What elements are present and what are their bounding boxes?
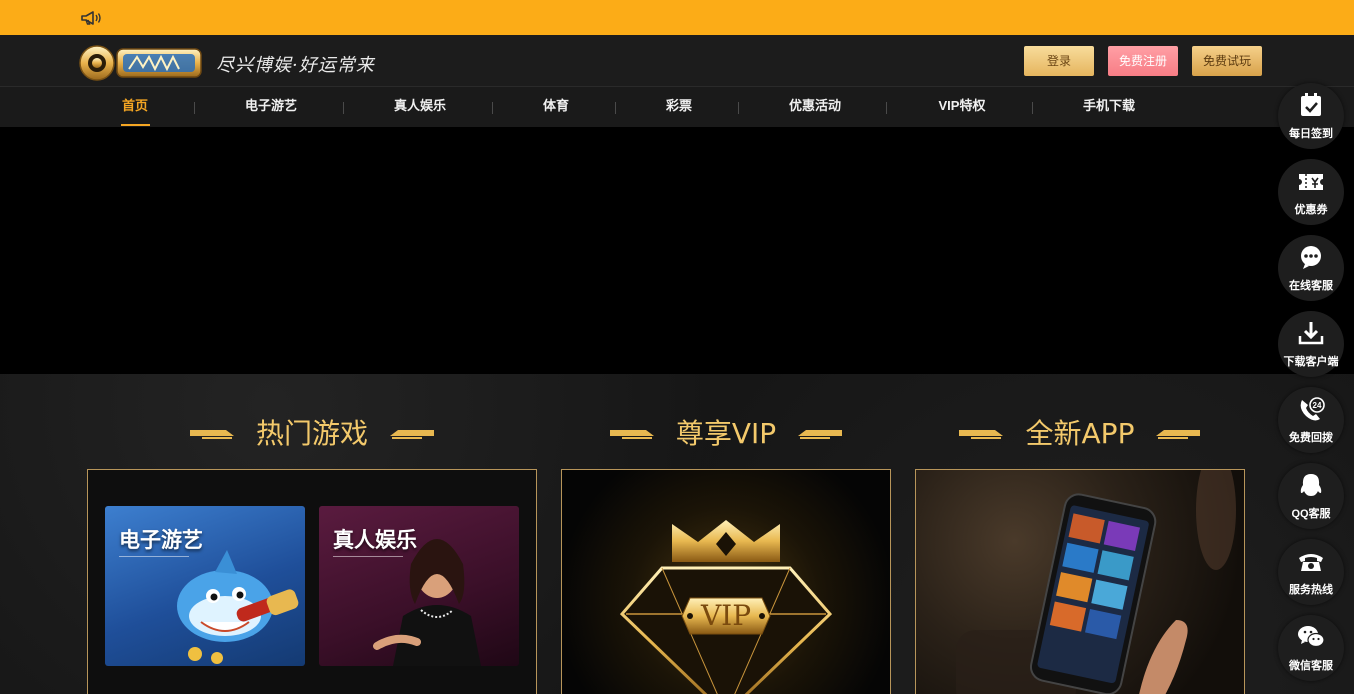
game-card-live-casino[interactable]: 真人娱乐 xyxy=(319,506,519,666)
nav-item-live-casino[interactable]: 真人娱乐 xyxy=(379,87,461,127)
label-underline xyxy=(333,556,403,557)
section-title-hot-games: 热门游戏 xyxy=(255,417,368,450)
section-title-vip: 尊享VIP xyxy=(675,417,777,450)
megaphone-icon xyxy=(81,11,101,25)
nav-item-slots[interactable]: 电子游艺 xyxy=(230,87,312,127)
chat-icon xyxy=(1301,246,1321,269)
slogan: 尽兴博娱·好运常来 xyxy=(216,55,375,76)
sidebar-wechat-service[interactable]: 微信客服 xyxy=(1278,615,1344,681)
sidebar-label: 免费回拨 xyxy=(1289,432,1333,444)
vip-badge-text: VIP xyxy=(700,599,752,632)
sidebar-coupon[interactable]: 优惠券 xyxy=(1278,159,1344,225)
hero-banner xyxy=(0,127,1354,374)
qq-icon xyxy=(1300,474,1322,496)
sidebar-callback[interactable]: 24 免费回拨 xyxy=(1278,387,1344,453)
sidebar-hotline[interactable]: 服务热线 xyxy=(1278,539,1344,605)
header: 尽兴博娱·好运常来 登录 免费注册 免费试玩 xyxy=(0,35,1354,87)
nav-separator xyxy=(492,102,493,114)
nav-separator xyxy=(343,102,344,114)
title-decoration-left xyxy=(959,430,1003,439)
sidebar-label: 优惠券 xyxy=(1294,204,1328,216)
label-underline xyxy=(119,556,189,557)
sidebar-qq-service[interactable]: QQ客服 xyxy=(1278,463,1344,529)
vip-diamond-illustration xyxy=(619,520,833,694)
title-decoration-right xyxy=(390,430,434,439)
site-logo[interactable] xyxy=(77,41,207,85)
nav-item-vip[interactable]: VIP特权 xyxy=(922,87,1002,127)
title-decoration-left xyxy=(190,430,234,439)
nav-item-promotions[interactable]: 优惠活动 xyxy=(774,87,856,127)
phone-24-icon: 24 xyxy=(1300,397,1325,421)
title-decoration-right xyxy=(1156,430,1200,439)
login-button[interactable]: 登录 xyxy=(1024,46,1094,76)
sidebar-label: QQ客服 xyxy=(1291,508,1331,520)
nav-active-indicator xyxy=(121,124,150,126)
nav-item-sports[interactable]: 体育 xyxy=(530,87,582,127)
sidebar-label: 下载客户端 xyxy=(1283,356,1339,368)
sidebar-label: 微信客服 xyxy=(1289,660,1333,672)
nav-separator xyxy=(615,102,616,114)
featured-section: 热门游戏 尊享VIP 全新APP 电子游艺 真人娱乐 VIP xyxy=(0,374,1354,694)
title-decoration-right xyxy=(798,430,842,439)
main-nav: 首页 电子游艺 真人娱乐 体育 彩票 优惠活动 VIP特权 手机下载 xyxy=(0,87,1354,127)
hot-games-panel: 电子游艺 真人娱乐 xyxy=(87,469,537,694)
nav-item-mobile-download[interactable]: 手机下载 xyxy=(1068,87,1150,127)
notice-bar xyxy=(0,0,1354,35)
sidebar-online-service[interactable]: 在线客服 xyxy=(1278,235,1344,301)
register-button[interactable]: 免费注册 xyxy=(1108,46,1178,76)
sidebar-label: 服务热线 xyxy=(1289,584,1333,596)
free-trial-button[interactable]: 免费试玩 xyxy=(1192,46,1262,76)
nav-separator xyxy=(1032,102,1033,114)
game-card-label: 电子游艺 xyxy=(119,528,203,552)
game-card-slots[interactable]: 电子游艺 xyxy=(105,506,305,666)
vip-panel[interactable]: VIP xyxy=(561,469,891,694)
title-decoration-left xyxy=(610,430,654,439)
sidebar-daily-checkin[interactable]: 每日签到 xyxy=(1278,83,1344,149)
section-title-app: 全新APP xyxy=(1025,417,1135,450)
coupon-icon xyxy=(1299,174,1323,190)
nav-separator xyxy=(738,102,739,114)
sidebar-label: 在线客服 xyxy=(1289,280,1333,292)
app-panel[interactable] xyxy=(915,469,1245,694)
nav-item-home[interactable]: 首页 xyxy=(110,87,160,127)
nav-separator xyxy=(886,102,887,114)
telephone-icon xyxy=(1299,554,1323,571)
download-icon xyxy=(1298,322,1324,345)
sidebar-download-client[interactable]: 下载客户端 xyxy=(1278,311,1344,377)
nav-separator xyxy=(194,102,195,114)
wechat-icon xyxy=(1298,626,1325,648)
calendar-check-icon xyxy=(1301,93,1321,116)
sidebar-label: 每日签到 xyxy=(1289,128,1333,140)
phone-illustration xyxy=(956,470,1236,694)
svg-text:24: 24 xyxy=(1313,401,1322,410)
nav-item-lottery[interactable]: 彩票 xyxy=(653,87,705,127)
game-card-label: 真人娱乐 xyxy=(333,528,417,552)
